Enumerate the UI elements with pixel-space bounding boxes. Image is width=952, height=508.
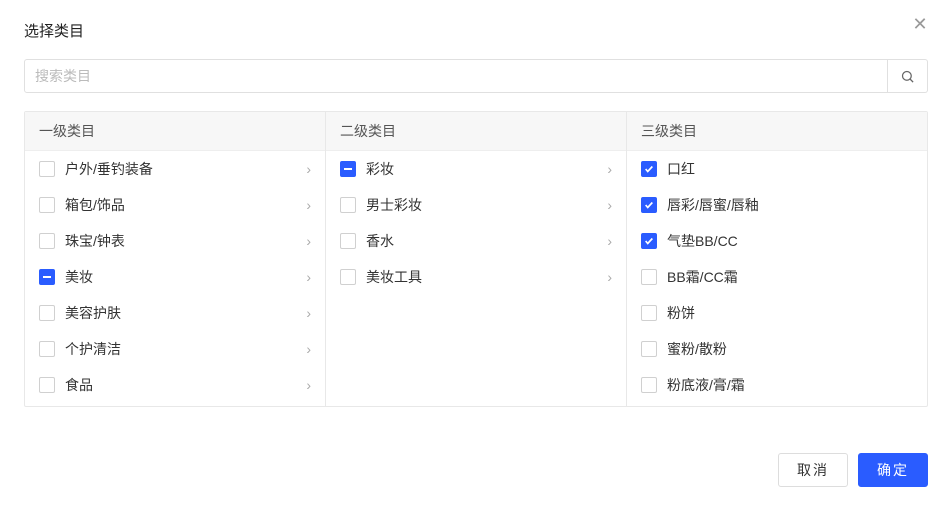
category-item[interactable]: 户外/垂钓装备 ›	[25, 151, 325, 187]
panel-level-2: 二级类目彩妆 › 男士彩妆 › 香水 › 美妆工具 ›	[326, 112, 627, 406]
confirm-button[interactable]: 确定	[858, 453, 928, 487]
category-label: 气垫BB/CC	[667, 231, 913, 251]
modal-header: 选择类目	[24, 20, 928, 41]
category-label: 箱包/饰品	[65, 195, 296, 215]
category-label: 珠宝/钟表	[65, 231, 296, 251]
chevron-right-icon: ›	[306, 305, 311, 321]
checkbox[interactable]	[39, 377, 55, 393]
category-item[interactable]: 香水 ›	[326, 223, 626, 259]
checkbox[interactable]	[39, 341, 55, 357]
panel-body[interactable]: 彩妆 › 男士彩妆 › 香水 › 美妆工具 ›	[326, 151, 626, 406]
category-label: 粉底液/膏/霜	[667, 375, 913, 395]
category-label: 香水	[366, 231, 597, 251]
search-icon	[900, 69, 915, 84]
search-button[interactable]	[888, 59, 928, 93]
chevron-right-icon: ›	[607, 233, 612, 249]
check-icon	[644, 164, 654, 174]
chevron-right-icon: ›	[306, 197, 311, 213]
category-panels: 一级类目户外/垂钓装备 › 箱包/饰品 › 珠宝/钟表 › 美妆 › 美容护肤 › 个护清洁 › 食品 ›…	[24, 111, 928, 407]
checkbox[interactable]	[340, 233, 356, 249]
category-item[interactable]: 彩妆 ›	[326, 151, 626, 187]
checkbox[interactable]	[39, 197, 55, 213]
checkbox[interactable]	[641, 377, 657, 393]
category-label: 粉饼	[667, 303, 913, 323]
category-label: 个护清洁	[65, 339, 296, 359]
search-input[interactable]	[24, 59, 888, 93]
category-label: 蜜粉/散粉	[667, 339, 913, 359]
chevron-right-icon: ›	[607, 269, 612, 285]
search-row	[24, 59, 928, 93]
panel-body[interactable]: 口红唇彩/唇蜜/唇釉气垫BB/CC BB霜/CC霜粉饼蜜粉/散粉粉底液/膏/霜遮瑕…	[627, 151, 927, 406]
category-item[interactable]: 蜜粉/散粉	[627, 331, 927, 367]
category-item[interactable]: 个护清洁 ›	[25, 331, 325, 367]
panel-level-3: 三级类目口红唇彩/唇蜜/唇釉气垫BB/CC BB霜/CC霜粉饼蜜粉/散粉粉底液/膏…	[627, 112, 927, 406]
category-label: 美妆工具	[366, 267, 597, 287]
check-icon	[644, 236, 654, 246]
category-item[interactable]: BB霜/CC霜	[627, 259, 927, 295]
category-item[interactable]: 美容护肤 ›	[25, 295, 325, 331]
category-modal: 选择类目 ✕ 一级类目户外/垂钓装备›箱包/饰品›珠宝/钟表›美妆›美容护肤›个…	[0, 0, 952, 507]
modal-title: 选择类目	[24, 20, 84, 41]
checkbox[interactable]	[39, 269, 55, 285]
category-label: BB霜/CC霜	[667, 267, 913, 287]
category-label: 唇彩/唇蜜/唇釉	[667, 195, 913, 215]
category-item[interactable]: 珠宝/钟表 ›	[25, 223, 325, 259]
checkbox[interactable]	[39, 233, 55, 249]
category-item[interactable]: 遮瑕膏/笔	[627, 403, 927, 406]
chevron-right-icon: ›	[306, 341, 311, 357]
chevron-right-icon: ›	[607, 161, 612, 177]
checkbox[interactable]	[340, 197, 356, 213]
checkbox[interactable]	[641, 233, 657, 249]
category-item[interactable]: 箱包/饰品 ›	[25, 187, 325, 223]
category-item[interactable]: 粉底液/膏/霜	[627, 367, 927, 403]
checkbox[interactable]	[340, 161, 356, 177]
category-item[interactable]: 生鲜›	[25, 403, 325, 406]
close-button[interactable]: ✕	[910, 14, 930, 34]
checkbox[interactable]	[641, 161, 657, 177]
category-item[interactable]: 食品 ›	[25, 367, 325, 403]
cancel-button[interactable]: 取消	[778, 453, 848, 487]
category-label: 美容护肤	[65, 303, 296, 323]
category-item[interactable]: 气垫BB/CC	[627, 223, 927, 259]
chevron-right-icon: ›	[306, 269, 311, 285]
modal-footer: 取消 确定	[24, 453, 928, 487]
checkbox[interactable]	[39, 305, 55, 321]
category-label: 口红	[667, 159, 913, 179]
checkbox[interactable]	[641, 269, 657, 285]
category-item[interactable]: 男士彩妆 ›	[326, 187, 626, 223]
category-label: 户外/垂钓装备	[65, 159, 296, 179]
panel-level-1: 一级类目户外/垂钓装备 › 箱包/饰品 › 珠宝/钟表 › 美妆 › 美容护肤 › 个护清洁 › 食品 ›…	[25, 112, 326, 406]
category-item[interactable]: 口红	[627, 151, 927, 187]
category-item[interactable]: 粉饼	[627, 295, 927, 331]
checkbox[interactable]	[641, 341, 657, 357]
chevron-right-icon: ›	[607, 197, 612, 213]
checkbox[interactable]	[340, 269, 356, 285]
check-icon	[644, 200, 654, 210]
indeterminate-icon	[344, 168, 352, 170]
panel-header: 一级类目	[25, 112, 325, 151]
close-icon: ✕	[912, 14, 927, 35]
category-label: 彩妆	[366, 159, 597, 179]
category-item[interactable]: 美妆 ›	[25, 259, 325, 295]
chevron-right-icon: ›	[306, 233, 311, 249]
category-label: 美妆	[65, 267, 296, 287]
panel-header: 三级类目	[627, 112, 927, 151]
category-item[interactable]: 美妆工具 ›	[326, 259, 626, 295]
checkbox[interactable]	[39, 161, 55, 177]
panel-header: 二级类目	[326, 112, 626, 151]
category-item[interactable]: 唇彩/唇蜜/唇釉	[627, 187, 927, 223]
checkbox[interactable]	[641, 197, 657, 213]
category-label: 食品	[65, 375, 296, 395]
chevron-right-icon: ›	[306, 161, 311, 177]
indeterminate-icon	[43, 276, 51, 278]
category-label: 男士彩妆	[366, 195, 597, 215]
checkbox[interactable]	[641, 305, 657, 321]
panel-body[interactable]: 户外/垂钓装备›箱包/饰品›珠宝/钟表›美妆›美容护肤›个护清洁›食品›生鲜›茶…	[25, 151, 325, 406]
chevron-right-icon: ›	[306, 377, 311, 393]
